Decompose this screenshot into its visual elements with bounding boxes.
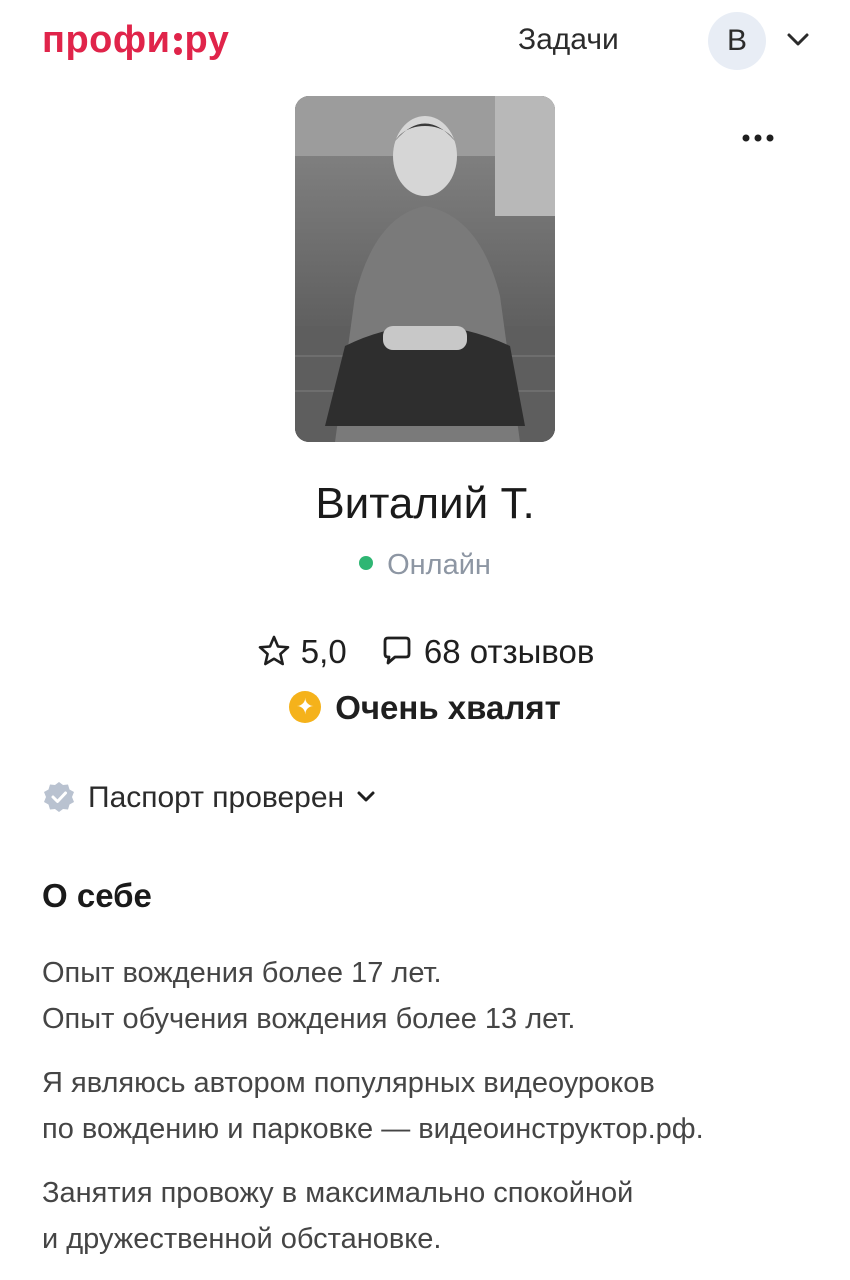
about-paragraph: Я являюсь автором популярных видеоуроков… bbox=[42, 1060, 822, 1152]
about-line: Я являюсь автором популярных видеоуроков bbox=[42, 1067, 655, 1099]
logo-colon-icon bbox=[173, 27, 183, 57]
profi-logo[interactable]: профи ру bbox=[42, 18, 229, 62]
user-avatar[interactable]: В bbox=[708, 12, 766, 70]
passport-label: Паспорт проверен bbox=[88, 781, 345, 814]
about-line: Занятия провожу в максимально спокойной bbox=[42, 1177, 634, 1209]
reviews-link[interactable]: 68 отзывов bbox=[379, 632, 595, 672]
reviews-count: 68 отзывов bbox=[423, 633, 595, 671]
about-line: Опыт обучения вождения более 13 лет. bbox=[42, 1003, 576, 1035]
about-paragraph: Опыт вождения более 17 лет. Опыт обучени… bbox=[42, 950, 822, 1042]
nav-tasks-link[interactable]: Задачи bbox=[518, 22, 619, 58]
top-bar: профи ру Задачи В bbox=[0, 0, 850, 84]
star-icon bbox=[258, 636, 289, 666]
chevron-down-icon[interactable] bbox=[786, 30, 810, 50]
passport-verified[interactable]: Паспорт проверен bbox=[42, 778, 376, 818]
sparkle-icon: ✦ bbox=[289, 691, 322, 724]
verified-badge-icon bbox=[44, 782, 74, 813]
online-status-label: Онлайн bbox=[387, 549, 491, 581]
profile-name: Виталий Т. bbox=[315, 479, 535, 528]
about-paragraph: Занятия провожу в максимально спокойной … bbox=[42, 1170, 822, 1262]
praise-label: Очень хвалят bbox=[335, 689, 561, 726]
online-dot-icon bbox=[359, 556, 374, 571]
profile-photo bbox=[295, 96, 555, 442]
rating[interactable]: 5,0 bbox=[256, 632, 347, 672]
more-icon[interactable] bbox=[740, 126, 776, 150]
about-line: по вождению и парковке — видеоинструктор… bbox=[42, 1113, 704, 1145]
online-status: Онлайн bbox=[0, 548, 850, 582]
about-line: Опыт вождения более 17 лет. bbox=[42, 957, 442, 989]
about-text: Опыт вождения более 17 лет. Опыт обучени… bbox=[42, 950, 822, 1280]
praise-badge: ✦ Очень хвалят bbox=[0, 688, 850, 728]
logo-text-right: ру bbox=[184, 19, 230, 61]
rating-value: 5,0 bbox=[300, 633, 347, 671]
rating-row: 5,0 68 отзывов bbox=[0, 630, 850, 672]
comment-icon bbox=[383, 637, 411, 665]
about-line: и дружественной обстановке. bbox=[42, 1223, 442, 1255]
chevron-down-icon bbox=[357, 791, 375, 802]
about-title: О себе bbox=[42, 877, 152, 914]
logo-text-left: профи bbox=[42, 19, 171, 61]
